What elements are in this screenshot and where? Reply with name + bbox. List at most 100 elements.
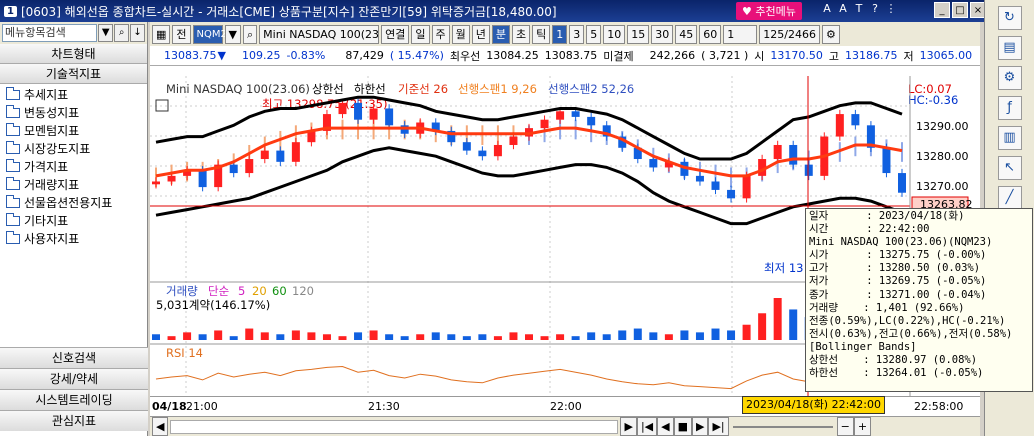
scroll-left-icon[interactable]: ◀ [152,417,169,436]
tree-item[interactable]: 가격지표 [6,158,141,176]
chart-settings-icon[interactable]: ⚙ [822,24,840,44]
scroll-right-icon[interactable]: ▶ [620,417,637,436]
legend-span1: 선행스팬1 9,26 [458,82,537,96]
search-icon[interactable]: ⌕ [243,24,258,44]
line-tool-icon[interactable]: ╱ [997,186,1022,210]
tree-item[interactable]: 기타지표 [6,212,141,230]
zoom-out-icon[interactable]: − [836,417,854,436]
interval-15[interactable]: 15 [627,24,650,44]
volume-bar [322,334,331,340]
candle-body [276,150,285,162]
menu-search-input[interactable]: 메뉴항목검색 [2,24,98,42]
period-day[interactable]: 일 [411,24,430,44]
down-arrow-icon[interactable]: ↓ [130,24,146,42]
grid-icon[interactable]: ▦ [152,24,171,44]
next-icon[interactable]: ▶ [691,417,709,436]
interval-1[interactable]: 1 [552,24,568,44]
interval-60[interactable]: 60 [699,24,722,44]
period-second[interactable]: 초 [512,24,531,44]
tree-item[interactable]: 모멘텀지표 [6,122,141,140]
candle-body [571,111,580,117]
gear-icon[interactable]: ⚙ [997,66,1022,90]
period-year[interactable]: 년 [471,24,490,44]
candle-body [882,147,891,174]
help-icon[interactable]: ? [868,2,882,18]
text-icon[interactable]: T [852,2,866,18]
scroll-track[interactable] [170,419,619,434]
dropdown-icon[interactable]: ▼ [98,24,114,42]
folder-icon [6,87,20,100]
chart-scrollbar[interactable]: ◀ ▶ |◀ ◀ ■ ▶ ▶| − + [150,416,980,436]
stop-icon[interactable]: ■ [673,417,692,436]
interval-3[interactable]: 3 [569,24,585,44]
bull-bear-button[interactable]: 강세/약세 [0,368,148,389]
open-price: 13170.50 [770,49,823,62]
favorite-indicator-button[interactable]: 관심지표 [0,410,148,431]
volume-bar [633,328,642,340]
tree-item[interactable]: 변동성지표 [6,104,141,122]
period-continuous[interactable]: 연결 [381,24,410,44]
period-month[interactable]: 월 [451,24,470,44]
tree-item-label: 시장강도지표 [24,142,91,156]
volume-bar [727,330,736,340]
tree-item-label: 가격지표 [24,160,69,174]
indicator-icon[interactable]: ▥ [997,126,1022,150]
legend-upper: 상한선 [312,82,344,96]
prev-icon[interactable]: ◀ [657,417,674,436]
candle-body [773,144,782,160]
search-icon[interactable]: ⌕ [114,24,130,42]
open-interest: 242,266 [649,49,696,62]
system-trading-button[interactable]: 시스템트레이딩 [0,389,148,410]
volume: 87,429 [345,49,384,62]
maximize-icon[interactable]: □ [952,2,968,18]
zoom-slider[interactable] [732,425,833,428]
signal-search-button[interactable]: 신호검색 [0,347,148,368]
volume-simple: 단순 [208,284,229,298]
interval-5[interactable]: 5 [586,24,602,44]
more-icon[interactable]: ⋮ [884,2,898,18]
formula-icon[interactable]: ƒ [997,96,1022,120]
tree-item-label: 기타지표 [24,214,69,228]
volume-bar [773,298,782,340]
volume-ma120: 120 [292,284,314,298]
tree-item[interactable]: 선물옵션전용지표 [6,194,141,212]
candle-body [152,181,160,185]
dropdown-icon[interactable]: ▼ [224,24,241,44]
zoom-in-icon[interactable]: + [853,417,872,436]
refresh-icon[interactable]: ↻ [997,6,1022,30]
chart-type-header[interactable]: 차트형태 [0,44,147,64]
volume-bar [260,332,269,340]
interval-30[interactable]: 30 [651,24,674,44]
recommend-menu-button[interactable]: ♥ 추천메뉴 [736,2,802,20]
last-icon[interactable]: ▶| [708,417,729,436]
tech-indicator-header[interactable]: 기술적지표 [0,64,147,84]
cursor-icon[interactable]: ↖ [997,156,1022,180]
tree-item[interactable]: 시장강도지표 [6,140,141,158]
period-minute[interactable]: 분 [491,24,511,44]
tree-item-label: 선물옵션전용지표 [24,196,113,210]
paging-display: 125/2466 [759,24,820,44]
product-name: Mini NASDAQ 100(23.0 [259,24,380,44]
minimize-icon[interactable]: _ [934,2,950,18]
font-down-icon[interactable]: A [836,2,850,18]
volume-bar [556,334,565,340]
interval-45[interactable]: 45 [675,24,698,44]
tooltip-line: 거래량 : 1,401 (92.66%) [809,301,965,314]
tree-item[interactable]: 거래량지표 [6,176,141,194]
volume-bar [214,330,223,340]
volume-bar [789,309,798,340]
interval-10[interactable]: 10 [603,24,626,44]
candle-body [851,114,860,126]
tree-item[interactable]: 추세지표 [6,86,141,104]
period-tick[interactable]: 틱 [532,24,551,44]
first-icon[interactable]: |◀ [636,417,658,436]
layout-icon[interactable]: ▤ [997,36,1022,60]
tree-item[interactable]: 사용자지표 [6,230,141,248]
code-input[interactable]: NQM23 [192,24,233,44]
font-up-icon[interactable]: A [820,2,834,18]
all-button[interactable]: 전 [172,24,191,44]
period-week[interactable]: 주 [431,24,450,44]
data-tooltip: 일자 : 2023/04/18(화) 시간 : 22:42:00 Mini NASD… [805,208,1033,392]
count-select[interactable]: 1 [723,24,758,44]
cursor-time-label: 2023/04/18(화) 22:42:00 [742,396,886,414]
